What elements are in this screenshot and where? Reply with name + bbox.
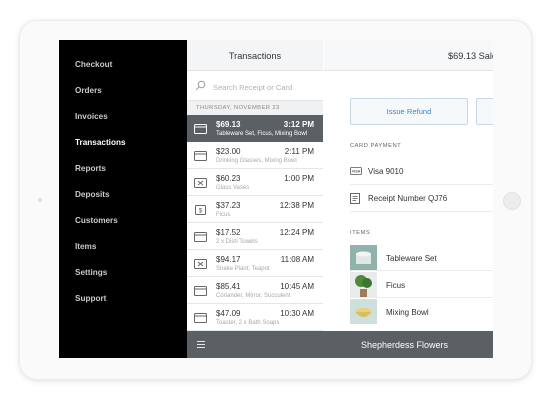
transaction-description: Ficus [216, 212, 231, 218]
nav-item-customers[interactable]: Customers [75, 216, 118, 225]
transaction-row[interactable]: $47.09 10:30 AM Toaster, 2 x Bath Soaps [187, 304, 323, 331]
items-label: ITEMS [350, 230, 371, 236]
transaction-time: 10:45 AM [280, 282, 314, 291]
date-label: THURSDAY, NOVEMBER 23 [196, 105, 280, 111]
shop-name: Shepherdess Flowers [361, 340, 449, 350]
item-name: Mixing Bowl [386, 308, 429, 317]
transaction-description: 2 x Dish Towels [216, 239, 258, 245]
search-input[interactable] [213, 81, 317, 93]
transaction-description: Snake Plant, Teapot [216, 266, 270, 272]
transaction-amount: $94.17 [216, 255, 241, 264]
card-icon [194, 313, 207, 323]
app-screen: Checkout Orders Invoices Transactions Re… [59, 40, 493, 358]
sidebar-nav: Checkout Orders Invoices Transactions Re… [59, 40, 187, 358]
transaction-detail-panel: $69.13 Sale Issue Refund CARD PAYMENT VI… [324, 40, 493, 358]
footer-bar: Shepherdess Flowers [187, 331, 493, 358]
home-button[interactable] [503, 192, 521, 210]
receipt-icon [350, 193, 360, 204]
search-bar [187, 71, 323, 101]
search-icon [195, 80, 206, 91]
card-number-text: Visa 9010 [368, 167, 404, 176]
transaction-amount: $60.23 [216, 174, 241, 183]
card-icon [194, 286, 207, 296]
gift-card-icon [194, 178, 207, 188]
transactions-panel: Transactions THURSDAY, NOVEMBER 23 $69.1… [187, 40, 323, 358]
card-icon [194, 124, 207, 134]
nav-item-items[interactable]: Items [75, 242, 96, 251]
transaction-row[interactable]: $ $37.23 12:38 PM Ficus [187, 196, 323, 223]
transaction-amount: $47.09 [216, 309, 241, 318]
transaction-time: 3:12 PM [283, 120, 314, 129]
item-row[interactable]: Tableware Set [350, 244, 493, 271]
card-icon [194, 151, 207, 161]
transaction-row[interactable]: $60.23 1:00 PM Glass Vases [187, 169, 323, 196]
transaction-description: Glass Vases [216, 185, 250, 191]
transaction-description: Toaster, 2 x Bath Soaps [216, 320, 280, 326]
transaction-time: 1:00 PM [284, 174, 314, 183]
transaction-time: 12:38 PM [279, 201, 314, 210]
item-row[interactable]: Mixing Bowl [350, 298, 493, 325]
transaction-time: 2:11 PM [284, 147, 314, 156]
item-name: Tableware Set [386, 254, 437, 263]
transaction-time: 12:24 PM [279, 228, 314, 237]
detail-header: $69.13 Sale [324, 40, 493, 71]
card-row: VISA Visa 9010 [350, 158, 493, 185]
nav-item-support[interactable]: Support [75, 294, 106, 303]
nav-item-deposits[interactable]: Deposits [75, 190, 110, 199]
list-header: Transactions [187, 40, 323, 71]
svg-text:$: $ [199, 208, 203, 215]
transaction-description: Drinking Glasses, Mixing Bowl [216, 158, 297, 164]
transaction-description: Coriander, Mirror, Succulent [216, 293, 291, 299]
tableware-thumbnail [350, 245, 377, 270]
transaction-amount: $37.23 [216, 201, 241, 210]
transaction-description: Tableware Set, Ficus, Mixing Bowl [216, 131, 308, 137]
mixing-bowl-thumbnail [350, 299, 377, 324]
receipt-number-text: Receipt Number QJ76 [368, 194, 448, 203]
issue-refund-button[interactable]: Issue Refund [350, 98, 468, 125]
transaction-amount: $17.52 [216, 228, 241, 237]
transaction-row[interactable]: $85.41 10:45 AM Coriander, Mirror, Succu… [187, 277, 323, 304]
list-title: Transactions [228, 51, 282, 61]
camera-dot [38, 198, 42, 202]
nav-item-reports[interactable]: Reports [75, 164, 106, 173]
transaction-amount: $69.13 [216, 120, 241, 129]
item-name: Ficus [386, 281, 406, 290]
card-payment-label: CARD PAYMENT [350, 143, 402, 149]
svg-text:VISA: VISA [352, 170, 361, 174]
transaction-time: 10:30 AM [280, 309, 314, 318]
cash-icon: $ [195, 205, 206, 215]
transaction-row[interactable]: $94.17 11:08 AM Snake Plant, Teapot [187, 250, 323, 277]
nav-item-orders[interactable]: Orders [75, 86, 102, 95]
ficus-thumbnail [350, 272, 377, 297]
nav-item-invoices[interactable]: Invoices [75, 112, 108, 121]
secondary-action-button[interactable] [476, 98, 493, 125]
item-row[interactable]: Ficus [350, 271, 493, 298]
visa-card-icon: VISA [350, 167, 362, 175]
menu-icon[interactable] [197, 341, 205, 348]
transaction-row[interactable]: $23.00 2:11 PM Drinking Glasses, Mixing … [187, 142, 323, 169]
gift-card-icon [194, 259, 207, 269]
receipt-row[interactable]: Receipt Number QJ76 [350, 185, 493, 212]
nav-item-transactions[interactable]: Transactions [75, 138, 126, 147]
transaction-amount: $85.41 [216, 282, 241, 291]
transaction-row[interactable]: $17.52 12:24 PM 2 x Dish Towels [187, 223, 323, 250]
nav-item-checkout[interactable]: Checkout [75, 60, 112, 69]
transaction-time: 11:08 AM [280, 255, 314, 264]
detail-title: $69.13 Sale [448, 51, 493, 61]
date-separator: THURSDAY, NOVEMBER 23 [187, 101, 323, 115]
card-icon [194, 232, 207, 242]
transaction-row[interactable]: $69.13 3:12 PM Tableware Set, Ficus, Mix… [187, 115, 323, 142]
nav-item-settings[interactable]: Settings [75, 268, 107, 277]
transaction-amount: $23.00 [216, 147, 241, 156]
